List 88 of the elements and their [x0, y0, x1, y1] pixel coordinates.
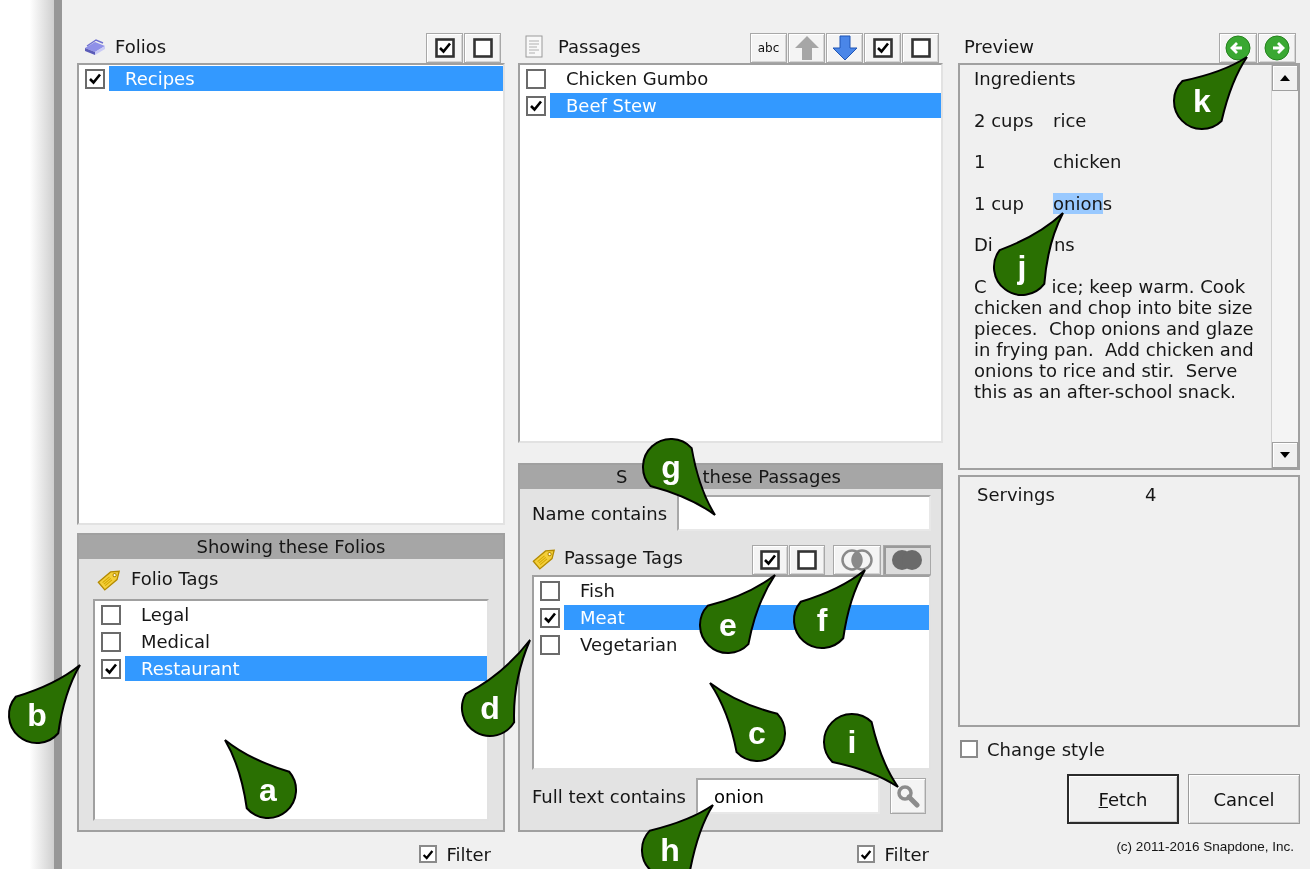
dialog-button[interactable]: Fetch [1067, 774, 1179, 824]
checkbox[interactable] [101, 604, 121, 625]
checkbox[interactable] [540, 607, 560, 628]
document-icon [524, 35, 544, 58]
uncheck-all-button[interactable] [789, 545, 825, 575]
check-icon [542, 610, 558, 625]
match-all-button[interactable] [883, 545, 931, 575]
quantity-text: 1 cup [974, 192, 1025, 214]
forward-button[interactable] [1258, 33, 1296, 63]
copyright-text: (c) 2011-2016 Snapdone, Inc. [1115, 838, 1295, 856]
callout-marker: k [1171, 54, 1250, 132]
paragraph-text: C [974, 275, 987, 297]
panel-title: Folios [115, 35, 167, 59]
search-button[interactable] [889, 778, 926, 814]
ingredient-text: onions [1053, 192, 1113, 214]
checkbox-icon [760, 550, 780, 570]
match-any-button[interactable] [833, 545, 881, 575]
text-field[interactable]: onion [695, 778, 880, 814]
preview-heading: Di [974, 234, 993, 255]
paragraph-text: ice; keep warm. Cook [1051, 275, 1246, 297]
dialog-button[interactable]: Cancel [1188, 774, 1300, 824]
field-label: Name contains [532, 501, 668, 526]
checkbox[interactable] [101, 658, 121, 679]
panel-title: Passages [558, 35, 641, 59]
text-field[interactable] [677, 495, 931, 531]
quantity-text: 1 [974, 151, 987, 172]
checkbox-label: Filter [884, 842, 929, 867]
section-label: Passage Tags [564, 546, 683, 570]
filled-circles-icon [889, 548, 925, 572]
back-button[interactable] [1219, 33, 1257, 63]
callout-marker: a [222, 737, 299, 821]
preview-heading: ns [1053, 234, 1075, 255]
panel-header: Showing these Folios [79, 535, 503, 559]
checkbox[interactable] [101, 631, 121, 652]
checkbox-icon [434, 38, 455, 58]
overlap-circles-icon [839, 548, 875, 572]
list-item[interactable]: Legal [125, 602, 487, 627]
checkbox-label: Change style [987, 737, 1105, 762]
checkbox-label: Filter [446, 842, 491, 867]
checkbox[interactable] [540, 580, 560, 601]
field-value: 4 [1145, 483, 1157, 507]
check-icon [528, 98, 544, 113]
checkbox[interactable] [526, 95, 546, 116]
header-text: S [616, 465, 628, 489]
scroll-down-button[interactable] [1272, 442, 1298, 468]
checkbox-icon [872, 38, 893, 58]
panel-title: Preview [964, 35, 1035, 59]
check-all-button[interactable] [426, 33, 463, 63]
checkbox[interactable] [960, 740, 978, 758]
empty-checkbox-icon [910, 38, 931, 58]
up-triangle-icon [1280, 75, 1290, 81]
text-button[interactable]: abc [750, 33, 787, 63]
up-arrow-icon [793, 35, 820, 61]
search-icon [895, 784, 920, 808]
callout-marker: e [697, 572, 778, 656]
checkbox[interactable] [526, 68, 546, 89]
scrollbar[interactable] [1271, 65, 1298, 468]
checkbox[interactable] [857, 845, 876, 863]
down-button[interactable] [826, 33, 863, 63]
callout-marker: c [707, 680, 788, 764]
section-label: Folio Tags [131, 567, 219, 591]
checkbox[interactable] [85, 68, 105, 89]
check-all-button[interactable] [864, 33, 901, 63]
down-triangle-icon [1280, 452, 1290, 458]
ingredient-text: chicken [1053, 151, 1122, 172]
checkbox[interactable] [540, 634, 560, 655]
quantity-text: 2 cups [974, 109, 1035, 131]
paragraph-text: chicken and chop into bite size pieces. Chop onions and glaze in frying pan. Add chicken and onions to rice and stir. Serve this as an after-school snack. [974, 296, 1254, 402]
callout-marker: b [6, 662, 83, 746]
empty-checkbox-icon [797, 550, 817, 570]
uncheck-all-button[interactable] [464, 33, 501, 63]
scroll-up-button[interactable] [1272, 65, 1298, 91]
preview-heading: Ingredients [974, 68, 1077, 89]
header-text: these Passages [702, 465, 841, 489]
check-icon [103, 661, 119, 676]
check-all-button[interactable] [752, 545, 788, 575]
callout-marker: i [821, 711, 901, 790]
uncheck-all-button[interactable] [902, 33, 939, 63]
checkbox[interactable] [419, 845, 438, 863]
ingredient-text: rice [1053, 109, 1087, 131]
list-item[interactable]: Chicken Gumbo [550, 66, 941, 91]
check-icon [87, 71, 103, 86]
callout-marker: f [791, 567, 868, 651]
empty-checkbox-icon [472, 38, 493, 58]
callout-marker: d [459, 637, 533, 739]
field-label: Servings [977, 483, 1056, 507]
callout-marker: h [639, 802, 716, 869]
down-arrow-icon [831, 35, 858, 61]
